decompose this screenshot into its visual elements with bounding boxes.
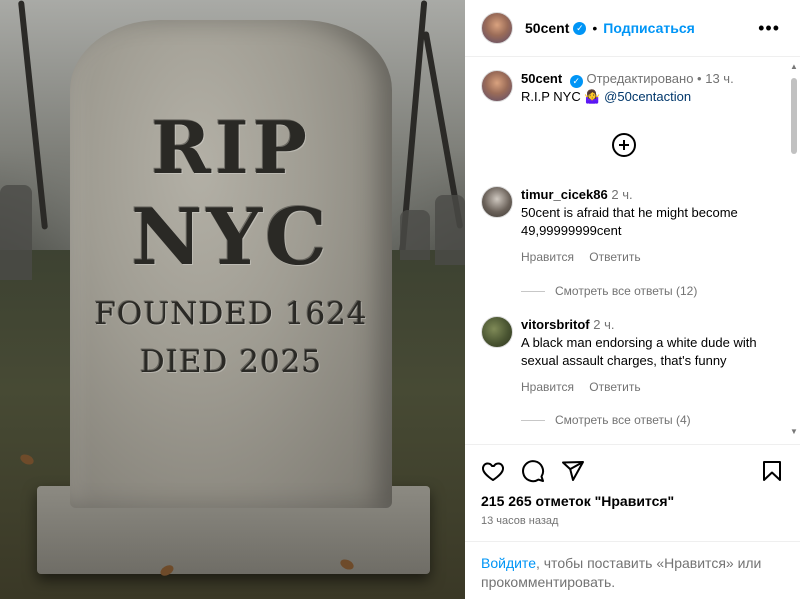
comment-reply-button[interactable]: Ответить bbox=[589, 380, 640, 394]
comment-text: A black man endorsing a white dude with … bbox=[521, 335, 757, 368]
author-avatar[interactable] bbox=[481, 12, 513, 44]
engraving-rip: RIP bbox=[151, 105, 311, 190]
bookmark-icon[interactable] bbox=[760, 459, 784, 483]
commenter-avatar[interactable] bbox=[481, 186, 513, 218]
verified-icon: ✓ bbox=[573, 21, 587, 35]
author-username[interactable]: 50cent bbox=[525, 20, 569, 36]
comment-reply-button[interactable]: Ответить bbox=[589, 250, 640, 264]
background-headstone bbox=[435, 195, 465, 265]
comment-item: timur_cicek86 2 ч. 50cent is afraid that… bbox=[481, 186, 781, 276]
post-time-ago[interactable]: 13 часов назад bbox=[481, 515, 558, 527]
comment-like-button[interactable]: Нравится bbox=[521, 380, 574, 394]
view-replies-button[interactable]: Смотреть все ответы (12) bbox=[521, 284, 697, 298]
scrollbar-thumb[interactable] bbox=[791, 78, 797, 154]
header-separator: • bbox=[592, 20, 598, 36]
follow-button[interactable]: Подписаться bbox=[603, 20, 695, 36]
comment-icon[interactable] bbox=[521, 459, 545, 483]
like-count[interactable]: 215 265 отметок "Нравится" bbox=[481, 493, 674, 509]
verified-icon: ✓ bbox=[569, 75, 583, 88]
scroll-down-icon[interactable]: ▼ bbox=[790, 427, 798, 436]
comment-actions: Нравится Ответить bbox=[521, 378, 777, 396]
add-comment-icon[interactable] bbox=[612, 133, 636, 157]
more-icon[interactable]: ••• bbox=[758, 18, 780, 39]
post-header: 50cent ✓ • Подписаться ••• bbox=[465, 0, 800, 57]
share-icon[interactable] bbox=[561, 459, 585, 483]
caption-body: 50cent ✓ Отредактировано • 13 ч. R.I.P N… bbox=[521, 70, 777, 106]
comment-username[interactable]: timur_cicek86 bbox=[521, 187, 608, 202]
caption-username[interactable]: 50cent bbox=[521, 71, 562, 86]
comment-time[interactable]: 2 ч. bbox=[611, 187, 632, 202]
comment-username[interactable]: vitorsbritof bbox=[521, 317, 590, 332]
replies-divider bbox=[521, 419, 545, 421]
engraving-nyc: NYC bbox=[131, 192, 331, 283]
post-photo[interactable]: RIP NYC FOUNDED 1624 DIED 2025 bbox=[0, 0, 465, 599]
comment-item: vitorsbritof 2 ч. A black man endorsing … bbox=[481, 316, 781, 406]
comment-time[interactable]: 2 ч. bbox=[593, 317, 614, 332]
view-replies-label: Смотреть все ответы (12) bbox=[555, 284, 698, 298]
login-link[interactable]: Войдите bbox=[481, 555, 536, 571]
scroll-up-icon[interactable]: ▲ bbox=[790, 62, 798, 71]
engraving-died: DIED 2025 bbox=[139, 344, 323, 380]
login-prompt: Войдите, чтобы поставить «Нравится» или … bbox=[465, 541, 800, 599]
view-replies-label: Смотреть все ответы (4) bbox=[555, 413, 691, 427]
comment-like-button[interactable]: Нравится bbox=[521, 250, 574, 264]
caption-separator: • bbox=[697, 71, 702, 86]
engraving-founded: FOUNDED 1624 bbox=[94, 296, 368, 332]
comments-list[interactable]: 50cent ✓ Отредактировано • 13 ч. R.I.P N… bbox=[465, 58, 800, 444]
background-headstone bbox=[400, 210, 430, 260]
comment-body: timur_cicek86 2 ч. 50cent is afraid that… bbox=[521, 186, 777, 266]
background-headstone bbox=[0, 185, 32, 280]
replies-divider bbox=[521, 290, 545, 292]
caption-time[interactable]: 13 ч. bbox=[705, 71, 733, 86]
view-replies-button[interactable]: Смотреть все ответы (4) bbox=[521, 413, 691, 427]
headstone: RIP NYC FOUNDED 1624 DIED 2025 bbox=[70, 20, 392, 508]
comment-text: 50cent is afraid that he might become 49… bbox=[521, 205, 738, 238]
caption: 50cent ✓ Отредактировано • 13 ч. R.I.P N… bbox=[481, 70, 781, 110]
commenter-avatar[interactable] bbox=[481, 316, 513, 348]
comments-scrollbar[interactable]: ▲ ▼ bbox=[790, 62, 798, 436]
edited-label: Отредактировано bbox=[586, 71, 694, 86]
caption-mention-link[interactable]: @50centaction bbox=[604, 89, 691, 104]
author-avatar[interactable] bbox=[481, 70, 513, 102]
comment-actions: Нравится Ответить bbox=[521, 248, 777, 266]
action-bar bbox=[481, 459, 784, 485]
post-footer: 215 265 отметок "Нравится" 13 часов наза… bbox=[465, 444, 800, 599]
post-side-panel: 50cent ✓ • Подписаться ••• 50cent ✓ Отре… bbox=[465, 0, 800, 599]
comment-body: vitorsbritof 2 ч. A black man endorsing … bbox=[521, 316, 777, 396]
caption-text: R.I.P NYC 🤷‍♀️ bbox=[521, 89, 601, 104]
heart-icon[interactable] bbox=[481, 459, 505, 483]
